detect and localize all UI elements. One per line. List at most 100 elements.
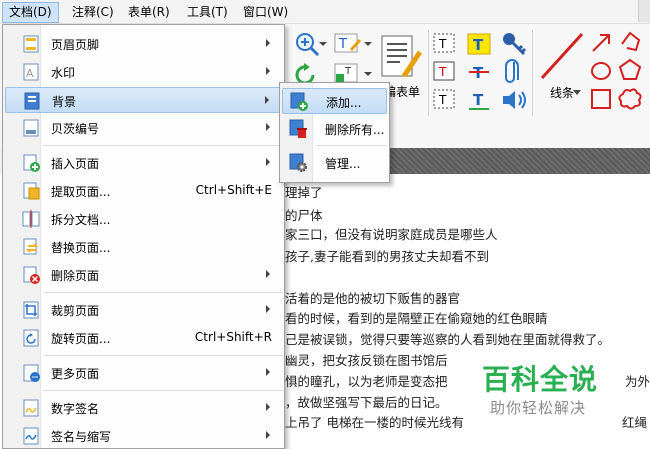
svg-text:T: T: [473, 36, 484, 54]
document-text-line: 惧的瞳孔，以为老师是变态把: [285, 374, 448, 389]
menu-item-label: 插入页面: [51, 157, 100, 171]
menu-item-digital-signature[interactable]: 数字签名: [5, 395, 282, 421]
rotate-pages-icon: [23, 329, 39, 347]
form-edit-icon[interactable]: [378, 32, 422, 84]
menu-tools[interactable]: 工具(T): [181, 2, 234, 23]
header-footer-icon: [23, 35, 39, 53]
menu-item-extract-pages[interactable]: 提取页面... Ctrl+Shift+E: [5, 178, 282, 204]
callout-icon[interactable]: T: [432, 88, 456, 110]
chevron-down-icon[interactable]: [573, 90, 581, 96]
watermark-title: 百科全说: [482, 363, 599, 396]
menu-item-header-footer[interactable]: 页眉页脚: [5, 31, 282, 57]
chevron-down-icon[interactable]: [363, 70, 373, 78]
menu-bar: 文档(D) 注释(C) 表单(R) 工具(T) 窗口(W): [0, 0, 650, 24]
menu-item-label: 页眉页脚: [51, 38, 100, 52]
add-background-icon: [290, 92, 308, 111]
menu-item-crop-pages[interactable]: 裁剪页面: [5, 297, 282, 323]
menu-separator: [316, 145, 386, 146]
menu-comment[interactable]: 注释(C): [66, 2, 120, 23]
document-menu: 页眉页脚 A 水印 背景 贝茨编号 插入页面 提取页面... Ctrl+Shif…: [2, 24, 285, 449]
submenu-item-add[interactable]: 添加...: [282, 88, 387, 114]
menu-shortcut: Ctrl+Shift+R: [194, 330, 272, 344]
document-text-fragment: 红绳: [622, 415, 648, 430]
delete-pages-icon: [23, 266, 40, 284]
menu-item-bates-numbering[interactable]: 贝茨编号: [5, 115, 282, 141]
document-text-fragment: 为外: [625, 374, 650, 389]
document-text-line: 己是被误锁，觉得只要等巡察的人看到她在里面就得救了。: [285, 332, 611, 347]
digital-signature-icon: [23, 399, 39, 417]
underline-icon[interactable]: T: [466, 88, 492, 112]
submenu-arrow-icon: [265, 96, 269, 104]
submenu-arrow-icon: [266, 39, 270, 47]
submenu-arrow-icon: [266, 431, 270, 439]
cloud-icon[interactable]: [617, 86, 643, 112]
chevron-down-icon[interactable]: [363, 40, 373, 48]
typewriter-icon[interactable]: T: [432, 60, 456, 82]
line-tool-label[interactable]: 线条: [550, 84, 574, 101]
edit-text-icon[interactable]: T: [333, 30, 363, 56]
arrow-icon[interactable]: [590, 32, 612, 54]
submenu-item-label: 管理...: [325, 157, 361, 171]
text-box-icon[interactable]: T: [432, 32, 456, 54]
menu-item-background[interactable]: 背景: [5, 87, 282, 113]
polygon-icon[interactable]: [618, 58, 642, 82]
menu-item-rotate-pages[interactable]: 旋转页面... Ctrl+Shift+R: [5, 325, 282, 351]
menu-item-label: 水印: [51, 66, 76, 80]
submenu-item-manage[interactable]: 管理...: [282, 150, 387, 176]
submenu-item-delete-all[interactable]: 删除所有...: [282, 116, 387, 142]
submenu-arrow-icon: [266, 67, 270, 75]
submenu-arrow-icon: [266, 158, 270, 166]
document-text-line: 孩子,妻子能看到的男孩丈夫却看不到: [285, 249, 489, 264]
menu-item-sign-initials[interactable]: 签名与缩写: [5, 423, 282, 449]
menu-item-more-pages[interactable]: 更多页面: [5, 360, 282, 386]
submenu-item-label: 删除所有...: [325, 123, 385, 137]
key-icon[interactable]: [500, 30, 528, 56]
document-text-line: ，故做坚强写下最后的日记。: [285, 395, 448, 410]
menu-item-label: 旋转页面...: [51, 332, 111, 346]
crop-pages-icon: [23, 301, 39, 319]
zoom-in-icon[interactable]: [293, 30, 321, 58]
highlight-icon[interactable]: T: [466, 32, 492, 56]
chevron-down-icon[interactable]: [318, 40, 328, 48]
menu-item-label: 更多页面: [51, 367, 100, 381]
rectangle-icon[interactable]: [590, 88, 612, 110]
attachment-icon[interactable]: [504, 58, 524, 86]
svg-text:T: T: [473, 91, 484, 109]
document-text-line: 上吊了 电梯在一楼的时候光线有: [285, 415, 464, 430]
document-text-line: 的尸体: [285, 208, 323, 223]
menu-document[interactable]: 文档(D): [2, 2, 59, 23]
svg-text:T: T: [338, 37, 347, 52]
svg-text:A: A: [26, 67, 34, 80]
submenu-item-label: 添加...: [326, 96, 362, 110]
menu-item-split-document[interactable]: 拆分文档...: [5, 206, 282, 232]
document-text-line: 幽灵，把女孩反锁在图书馆后: [285, 353, 448, 368]
menu-item-label: 拆分文档...: [51, 213, 111, 227]
submenu-arrow-icon: [266, 123, 270, 131]
menu-item-watermark[interactable]: A 水印: [5, 59, 282, 85]
document-text-line: 家三口，但没有说明家庭成员是哪些人: [285, 227, 498, 242]
background-icon: [24, 92, 40, 110]
document-text-line: 理掉了: [285, 185, 323, 200]
sign-initials-icon: [23, 427, 39, 445]
menu-item-replace-pages[interactable]: 替换页面...: [5, 234, 282, 260]
sound-icon[interactable]: [500, 88, 528, 112]
window-control-edge[interactable]: [638, 0, 650, 22]
menu-form[interactable]: 表单(R): [122, 2, 176, 23]
menu-item-insert-page[interactable]: 插入页面: [5, 150, 282, 176]
watermark: 百科全说 助你轻松解决: [476, 350, 616, 420]
divider: [428, 30, 429, 116]
ellipse-icon[interactable]: [590, 60, 612, 82]
menu-shortcut: Ctrl+Shift+E: [195, 183, 272, 197]
strikeout-icon[interactable]: T: [466, 60, 492, 84]
menu-item-delete-pages[interactable]: 删除页面: [5, 262, 282, 288]
submenu-arrow-icon: [266, 270, 270, 278]
menu-item-label: 替换页面...: [51, 241, 111, 255]
menu-window[interactable]: 窗口(W): [237, 2, 294, 23]
menu-item-label: 裁剪页面: [51, 304, 100, 318]
menu-separator: [43, 355, 283, 356]
insert-page-icon: [23, 154, 40, 172]
divider: [532, 30, 533, 116]
line-tool-icon[interactable]: [536, 28, 586, 84]
menu-separator: [43, 292, 283, 293]
polygon-line-icon[interactable]: [618, 30, 642, 54]
